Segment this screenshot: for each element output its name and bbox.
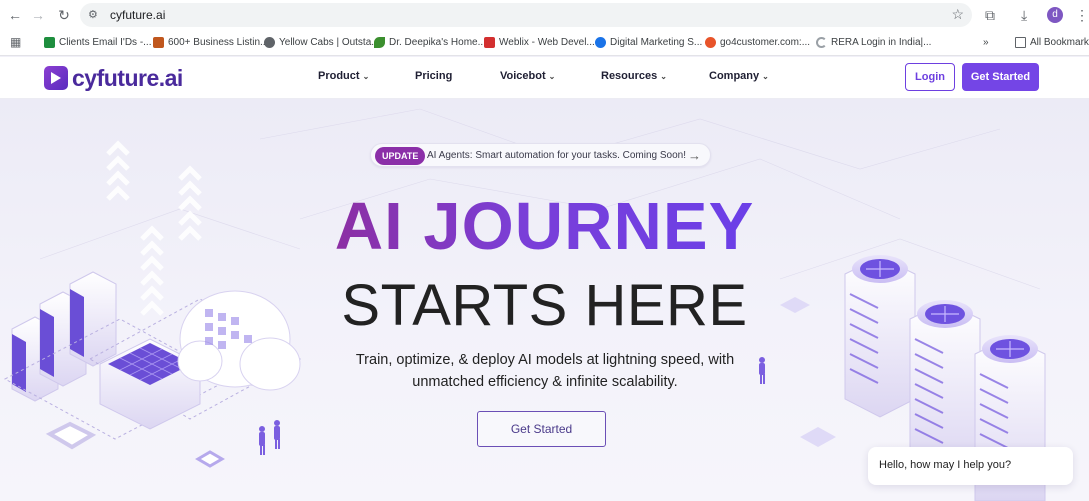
site-info-icon[interactable]: ⚙ [88, 8, 102, 22]
chevron-down-icon: ⌄ [548, 71, 556, 81]
nav-resources[interactable]: Resources ⌄ [601, 70, 667, 82]
bookmark-item[interactable]: Clients Email I'Ds -... [44, 34, 151, 50]
bookmark-item[interactable]: Yellow Cabs | Outsta... [264, 34, 380, 50]
chevron-down-icon: ⌄ [660, 71, 667, 81]
toolbar: ← → ↻ ⚙ cyfuture.ai ☆ ⧉ ⤓ d ⋮ [0, 0, 1089, 30]
update-announcement[interactable]: UPDATE AI Agents: Smart automation for y… [370, 143, 711, 167]
nav-product[interactable]: Product ⌄ [318, 70, 369, 82]
bookmark-item[interactable]: go4customer.com:... [705, 34, 810, 50]
nav-company[interactable]: Company ⌄ [709, 70, 769, 82]
arrow-right-icon: → [688, 148, 701, 163]
header-get-started-button[interactable]: Get Started [962, 63, 1039, 91]
go4-icon [705, 36, 716, 48]
bookmark-item[interactable]: 600+ Business Listin... [153, 34, 268, 50]
chevron-down-icon: ⌄ [762, 71, 769, 81]
globe-icon [264, 36, 275, 48]
profile-avatar[interactable]: d [1047, 7, 1063, 23]
hero-get-started-button[interactable]: Get Started [477, 411, 606, 447]
extensions-icon[interactable]: ⧉ [985, 6, 995, 24]
nav-pricing[interactable]: Pricing [415, 70, 452, 82]
hero-headline-line2: STARTS HERE [341, 273, 748, 338]
login-button[interactable]: Login [905, 63, 955, 91]
bookmarks-bar: ▦ Clients Email I'Ds -... 600+ Business … [0, 31, 1089, 53]
doc-icon [153, 36, 164, 48]
hero-section: UPDATE AI Agents: Smart automation for y… [0, 99, 1089, 501]
address-bar[interactable]: ⚙ cyfuture.ai ☆ [80, 3, 972, 27]
back-icon[interactable]: ← [6, 6, 24, 24]
bookmark-item[interactable]: Weblix - Web Devel... [484, 34, 595, 50]
bookmarks-overflow[interactable]: » [983, 34, 989, 50]
reload-icon[interactable]: ↻ [55, 6, 73, 24]
search-icon [595, 36, 606, 48]
bookmark-item[interactable]: All Bookmarks [1015, 34, 1089, 50]
update-text: AI Agents: Smart automation for your tas… [427, 150, 687, 161]
logo[interactable]: cyfuture.ai [44, 65, 183, 91]
bookmark-item[interactable]: RERA Login in India|... [816, 34, 931, 50]
url-text: cyfuture.ai [110, 8, 166, 22]
apps-grid-icon[interactable]: ▦ [10, 34, 21, 50]
nav-voicebot[interactable]: Voicebot ⌄ [500, 70, 555, 82]
bookmark-item[interactable]: Digital Marketing S... [595, 34, 702, 50]
logo-text: cyfuture.ai [72, 64, 183, 91]
browser-chrome: ← → ↻ ⚙ cyfuture.ai ☆ ⧉ ⤓ d ⋮ ▦ Clients … [0, 0, 1089, 56]
bookmark-item[interactable]: Dr. Deepika's Home... [374, 34, 486, 50]
hero-subtext: Train, optimize, & deploy AI models at l… [355, 352, 735, 390]
spinner-icon [816, 36, 827, 48]
folder-icon [1015, 36, 1026, 48]
update-badge: UPDATE [375, 147, 426, 165]
chevron-down-icon: ⌄ [362, 71, 370, 81]
chat-greeting: Hello, how may I help you? [879, 459, 1012, 471]
sheets-icon [44, 36, 55, 48]
chat-widget[interactable]: Hello, how may I help you? [868, 447, 1073, 485]
leaf-icon [374, 36, 385, 48]
download-icon[interactable]: ⤓ [1021, 6, 1027, 24]
hero-headline-line1: AI JOURNEY [334, 189, 755, 264]
site-header: cyfuture.ai Product ⌄ Pricing Voicebot ⌄ R… [0, 57, 1089, 99]
bookmark-star-icon[interactable]: ☆ [951, 6, 964, 23]
menu-kebab-icon[interactable]: ⋮ [1075, 6, 1089, 24]
forward-icon[interactable]: → [29, 6, 47, 24]
w-icon [484, 36, 495, 48]
logo-play-icon [44, 66, 68, 90]
